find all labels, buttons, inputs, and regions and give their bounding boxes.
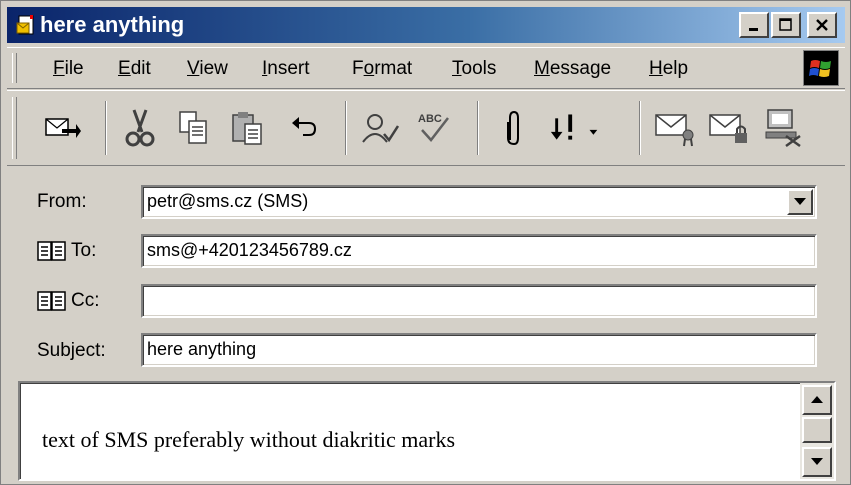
attach-button[interactable] [485, 99, 543, 157]
toolbar: ABC [7, 90, 845, 166]
cc-label[interactable]: Cc: [71, 290, 100, 312]
send-button[interactable] [33, 99, 91, 157]
subject-value: here anything [147, 339, 257, 359]
scroll-thumb[interactable] [802, 417, 832, 443]
new-message-icon [16, 15, 34, 35]
undo-icon [292, 117, 317, 136]
menu-grip[interactable] [12, 53, 17, 83]
menu-format[interactable]: Format [352, 58, 412, 80]
toolbar-separator [105, 101, 107, 155]
vertical-scrollbar[interactable] [800, 383, 834, 479]
maximize-icon [779, 18, 792, 31]
menu-edit[interactable]: Edit [118, 58, 151, 80]
sign-button[interactable] [647, 99, 705, 157]
priority-icon [550, 114, 598, 140]
send-icon [45, 118, 81, 138]
scroll-up-button[interactable] [802, 385, 832, 415]
chevron-down-icon [811, 458, 823, 465]
menu-help[interactable]: Help [649, 58, 688, 80]
cc-field[interactable] [141, 284, 817, 318]
close-icon [816, 19, 828, 31]
message-body-text: text of SMS preferably without diakritic… [42, 427, 456, 452]
to-label[interactable]: To: [71, 240, 96, 262]
windows-flag-icon [809, 60, 831, 77]
cut-icon [125, 109, 155, 147]
message-body[interactable]: text of SMS preferably without diakritic… [18, 381, 836, 481]
compose-window: here anything File Edit View Insert Form… [0, 0, 851, 485]
minimize-icon [749, 28, 758, 31]
from-label: From: [37, 191, 87, 212]
copy-button[interactable] [165, 99, 223, 157]
address-book-icon[interactable] [37, 240, 67, 262]
chevron-up-icon [811, 396, 823, 403]
spelling-icon: ABC [418, 113, 449, 142]
paste-icon [232, 112, 262, 145]
menu-view[interactable]: View [187, 58, 228, 80]
check-names-icon [362, 114, 400, 143]
paste-button[interactable] [219, 99, 277, 157]
menu-file[interactable]: File [53, 58, 84, 80]
toolbar-separator [345, 101, 347, 155]
priority-button[interactable] [547, 99, 605, 157]
close-button[interactable] [807, 12, 837, 38]
minimize-button[interactable] [739, 12, 769, 38]
scroll-down-button[interactable] [802, 447, 832, 477]
from-select[interactable]: petr@sms.cz (SMS) [141, 185, 817, 219]
toolbar-separator [639, 101, 641, 155]
title-bar[interactable]: here anything [7, 7, 845, 43]
encrypt-icon [709, 114, 747, 143]
offline-icon [765, 109, 801, 148]
menu-insert[interactable]: Insert [262, 58, 310, 80]
toolbar-grip[interactable] [12, 97, 17, 159]
window-title: here anything [40, 12, 185, 37]
windows-logo [803, 50, 839, 86]
subject-field[interactable]: here anything [141, 333, 817, 367]
address-book-icon[interactable] [37, 290, 67, 312]
check-names-button[interactable] [351, 99, 409, 157]
menu-message[interactable]: Message [534, 58, 611, 80]
from-dropdown-button[interactable] [787, 189, 813, 215]
sign-icon [655, 114, 694, 147]
svg-text:ABC: ABC [418, 113, 442, 125]
to-field[interactable]: sms@+420123456789.cz [141, 234, 817, 268]
spelling-button[interactable]: ABC [405, 99, 463, 157]
chevron-down-icon [794, 198, 806, 205]
attach-icon [507, 110, 519, 146]
copy-icon [179, 111, 207, 144]
cut-button[interactable] [111, 99, 169, 157]
menu-bar: File Edit View Insert Format Tools Messa… [7, 47, 845, 89]
from-value: petr@sms.cz (SMS) [147, 191, 309, 211]
undo-button[interactable] [275, 99, 333, 157]
chevron-down-icon [589, 129, 598, 135]
work-offline-button[interactable] [755, 99, 813, 157]
maximize-button[interactable] [771, 12, 801, 38]
encrypt-button[interactable] [701, 99, 759, 157]
subject-label: Subject: [37, 340, 106, 361]
toolbar-separator [477, 101, 479, 155]
menu-tools[interactable]: Tools [452, 58, 496, 80]
to-value: sms@+420123456789.cz [147, 240, 352, 260]
